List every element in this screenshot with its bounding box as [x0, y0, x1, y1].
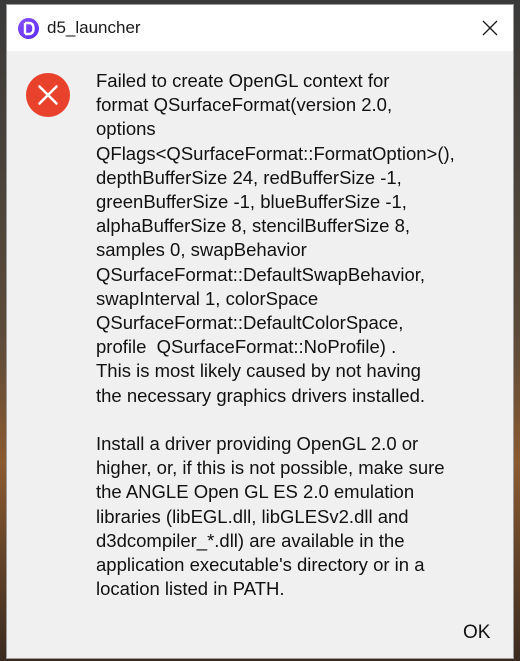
error-message-paragraph-2: Install a driver providing OpenGL 2.0 or…: [96, 433, 445, 600]
close-button[interactable]: [467, 5, 513, 51]
close-icon: [482, 20, 498, 36]
error-message-paragraph-1: Failed to create OpenGL context for form…: [96, 70, 455, 406]
error-icon: [25, 72, 71, 118]
d5-launcher-logo-icon: [18, 18, 39, 39]
window-title: d5_launcher: [47, 18, 141, 37]
error-dialog: d5_launcher Failed to create OpenGL cont…: [6, 4, 514, 659]
error-message: Failed to create OpenGL context for form…: [96, 69, 506, 601]
title-bar[interactable]: d5_launcher: [7, 5, 513, 51]
ok-button[interactable]: OK: [463, 621, 490, 645]
